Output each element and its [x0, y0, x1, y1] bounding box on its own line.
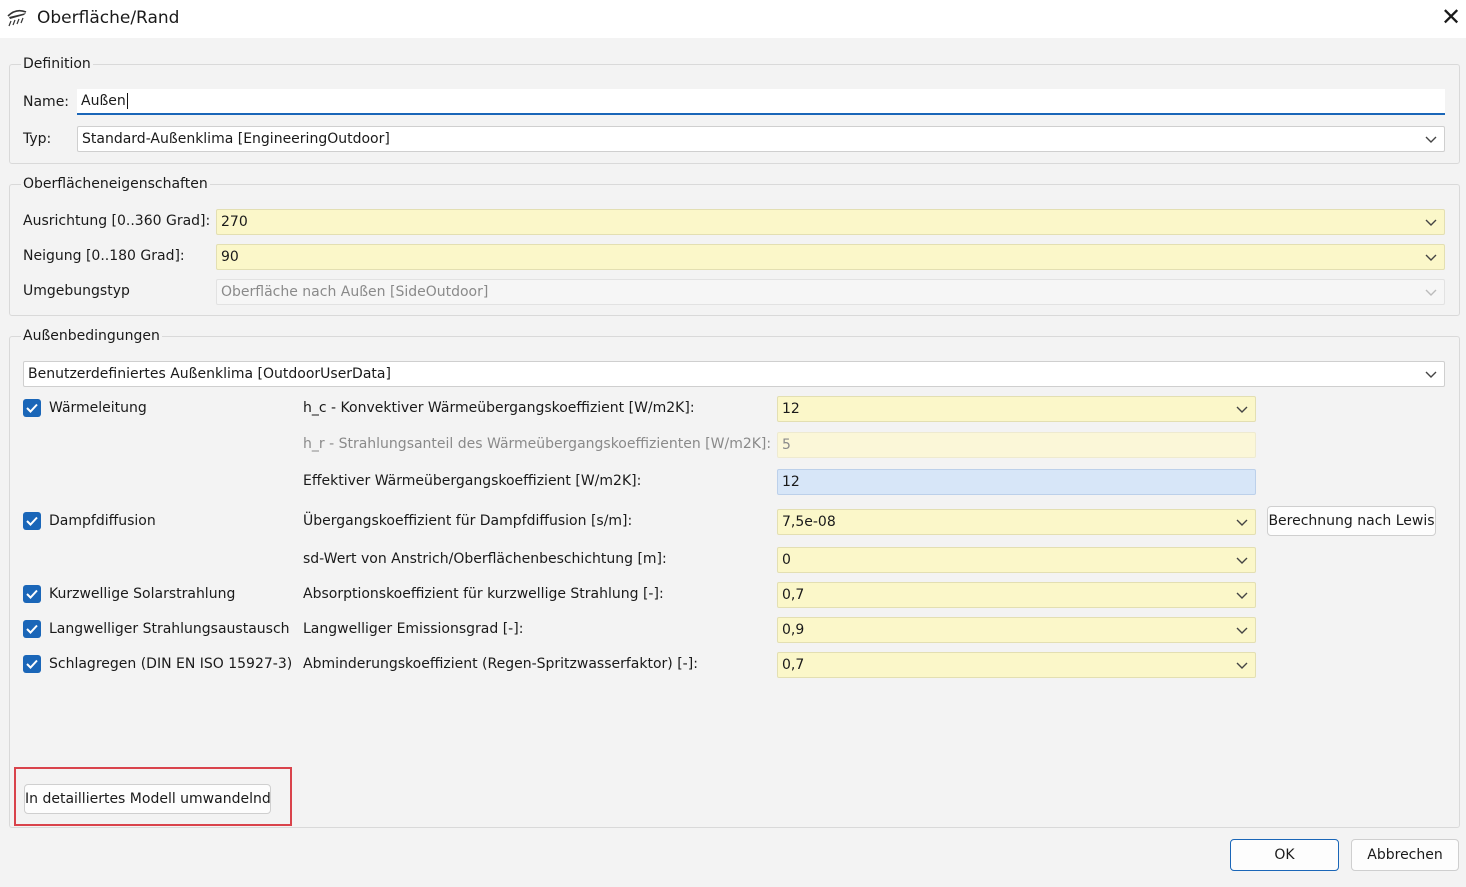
absorption-value: 0,7 [782, 587, 805, 603]
vapor-coef-combo[interactable]: 7,5e-08 [777, 509, 1256, 535]
absorption-label: Absorptionskoeffizient für kurzwellige S… [303, 586, 664, 602]
hr-field: 5 [777, 432, 1256, 458]
convert-detailed-model-button[interactable]: In detailliertes Modell umwandelnd [24, 784, 271, 814]
effective-coef-value: 12 [782, 474, 800, 490]
close-icon[interactable]: ✕ [1439, 4, 1463, 30]
solar-radiation-checkbox[interactable] [23, 585, 41, 603]
hc-value: 12 [782, 401, 800, 417]
heat-conduction-checkbox[interactable] [23, 399, 41, 417]
env-type-select: Oberfläche nach Außen [SideOutdoor] [216, 279, 1445, 305]
reduction-coef-combo[interactable]: 0,7 [777, 652, 1256, 678]
reduction-coef-label: Abminderungskoeffizient (Regen-Spritzwas… [303, 656, 698, 672]
chevron-down-icon[interactable] [1235, 552, 1249, 568]
app-icon [6, 8, 28, 28]
lewis-calculation-button[interactable]: Berechnung nach Lewis [1267, 506, 1436, 536]
checkmark-icon [26, 589, 38, 599]
outdoor-group-title: Außenbedingungen [21, 328, 162, 344]
absorption-combo[interactable]: 0,7 [777, 582, 1256, 608]
type-select[interactable]: Standard-Außenklima [EngineeringOutdoor] [77, 126, 1445, 152]
checkmark-icon [26, 624, 38, 634]
outdoor-climate-select[interactable]: Benutzerdefiniertes Außenklima [OutdoorU… [23, 361, 1445, 387]
hr-value: 5 [782, 437, 791, 453]
name-input-value: Außen [81, 93, 126, 109]
title-bar [0, 0, 1466, 38]
driving-rain-checkbox[interactable] [23, 655, 41, 673]
checkmark-icon [26, 659, 38, 669]
window-title: Oberfläche/Rand [37, 8, 180, 28]
hc-label: h_c - Konvektiver Wärmeübergangskoeffizi… [303, 400, 695, 416]
inclination-combo[interactable]: 90 [216, 244, 1445, 270]
emissivity-value: 0,9 [782, 622, 805, 638]
chevron-down-icon[interactable] [1235, 587, 1249, 603]
type-select-value: Standard-Außenklima [EngineeringOutdoor] [82, 131, 390, 147]
effective-coef-field: 12 [777, 469, 1256, 495]
emissivity-combo[interactable]: 0,9 [777, 617, 1256, 643]
driving-rain-label[interactable]: Schlagregen (DIN EN ISO 15927-3) [49, 656, 292, 672]
chevron-down-icon[interactable] [1235, 401, 1249, 417]
longwave-exchange-checkbox[interactable] [23, 620, 41, 638]
orientation-label: Ausrichtung [0..360 Grad]: [23, 213, 211, 229]
longwave-exchange-label[interactable]: Langwelliger Strahlungsaustausch [49, 621, 290, 637]
emissivity-label: Langwelliger Emissionsgrad [-]: [303, 621, 524, 637]
vapor-diffusion-label[interactable]: Dampfdiffusion [49, 513, 156, 529]
env-type-label: Umgebungstyp [23, 283, 130, 299]
sd-value: 0 [782, 552, 791, 568]
chevron-down-icon [1424, 131, 1438, 147]
hr-label: h_r - Strahlungsanteil des Wärmeübergang… [303, 436, 772, 452]
inclination-value: 90 [221, 249, 239, 265]
vapor-coef-value: 7,5e-08 [782, 514, 836, 530]
surface-group-title: Oberflächeneigenschaften [21, 176, 210, 192]
sd-value-label: sd-Wert von Anstrich/Oberflächenbeschich… [303, 551, 667, 567]
orientation-value: 270 [221, 214, 248, 230]
chevron-down-icon[interactable] [1424, 249, 1438, 265]
vapor-coef-label: Übergangskoeffizient für Dampfdiffusion … [303, 513, 633, 529]
heat-conduction-label[interactable]: Wärmeleitung [49, 400, 147, 416]
env-type-value: Oberfläche nach Außen [SideOutdoor] [221, 284, 489, 300]
inclination-label: Neigung [0..180 Grad]: [23, 248, 185, 264]
reduction-coef-value: 0,7 [782, 657, 805, 673]
definition-group-title: Definition [21, 56, 93, 72]
vapor-diffusion-checkbox[interactable] [23, 512, 41, 530]
effective-coef-label: Effektiver Wärmeübergangskoeffizient [W/… [303, 473, 642, 489]
chevron-down-icon [1424, 366, 1438, 382]
checkmark-icon [26, 403, 38, 413]
sd-value-combo[interactable]: 0 [777, 547, 1256, 573]
cancel-button[interactable]: Abbrechen [1351, 839, 1459, 871]
outdoor-climate-value: Benutzerdefiniertes Außenklima [OutdoorU… [28, 366, 391, 382]
orientation-combo[interactable]: 270 [216, 209, 1445, 235]
solar-radiation-label[interactable]: Kurzwellige Solarstrahlung [49, 586, 235, 602]
name-input[interactable]: Außen [77, 89, 1445, 115]
ok-button[interactable]: OK [1230, 839, 1339, 871]
chevron-down-icon[interactable] [1235, 657, 1249, 673]
chevron-down-icon[interactable] [1235, 622, 1249, 638]
chevron-down-icon[interactable] [1235, 514, 1249, 530]
chevron-down-icon [1424, 284, 1438, 300]
name-label: Name: [23, 94, 70, 110]
chevron-down-icon[interactable] [1424, 214, 1438, 230]
type-label: Typ: [23, 131, 52, 147]
hc-combo[interactable]: 12 [777, 396, 1256, 422]
checkmark-icon [26, 516, 38, 526]
